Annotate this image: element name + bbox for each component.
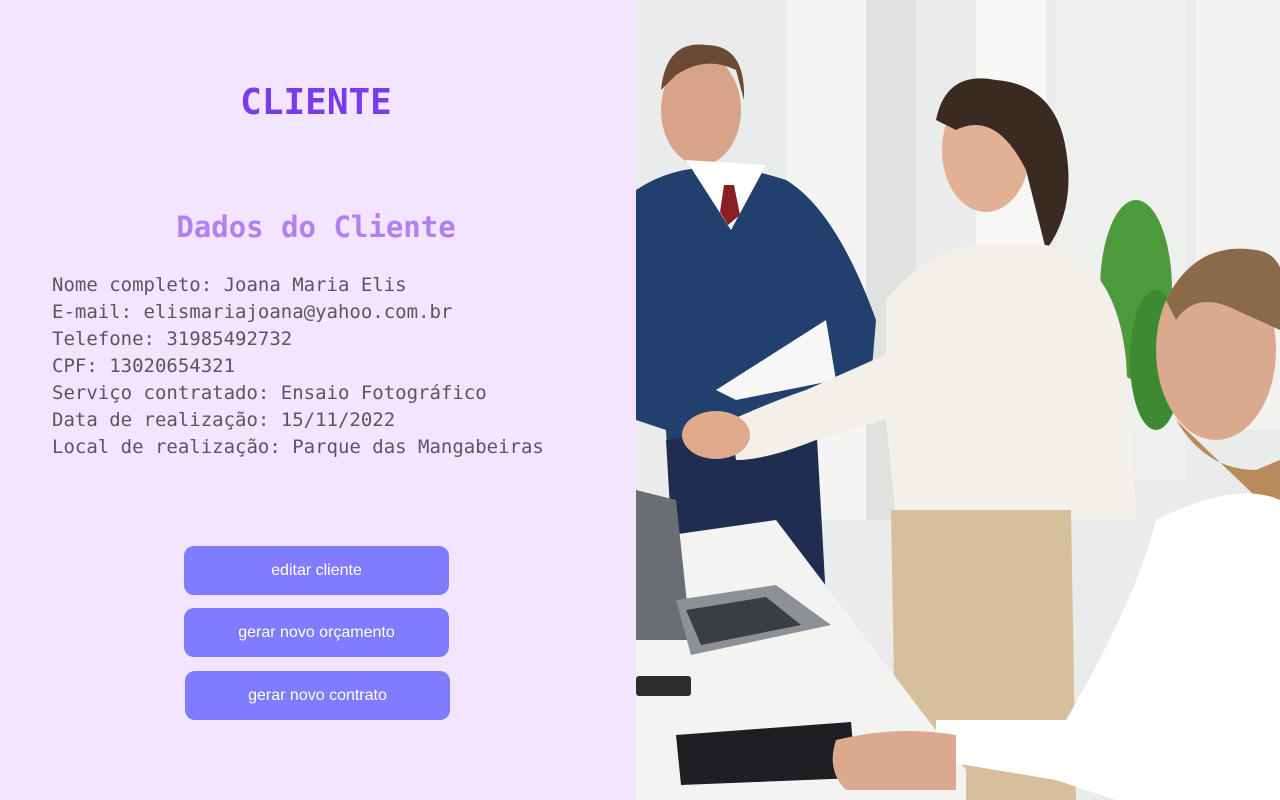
client-service: Serviço contratado: Ensaio Fotográfico	[52, 382, 487, 404]
office-handshake-illustration	[636, 0, 1280, 800]
client-location: Local de realização: Parque das Mangabei…	[52, 436, 544, 458]
client-email: E-mail: elismariajoana@yahoo.com.br	[52, 301, 453, 323]
hero-photo	[636, 0, 1280, 800]
client-cpf: CPF: 13020654321	[52, 355, 236, 377]
new-budget-button[interactable]: gerar novo orçamento	[184, 608, 449, 657]
client-date: Data de realização: 15/11/2022	[52, 409, 396, 431]
page-title: CLIENTE	[240, 82, 392, 123]
client-details: Nome completo: Joana Maria Elis E-mail: …	[52, 272, 544, 461]
section-title: Dados do Cliente	[176, 210, 456, 244]
new-contract-button[interactable]: gerar novo contrato	[185, 671, 450, 720]
edit-client-button[interactable]: editar cliente	[184, 546, 449, 595]
client-name: Nome completo: Joana Maria Elis	[52, 274, 407, 296]
client-phone: Telefone: 31985492732	[52, 328, 293, 350]
client-panel: CLIENTE Dados do Cliente Nome completo: …	[0, 0, 636, 800]
